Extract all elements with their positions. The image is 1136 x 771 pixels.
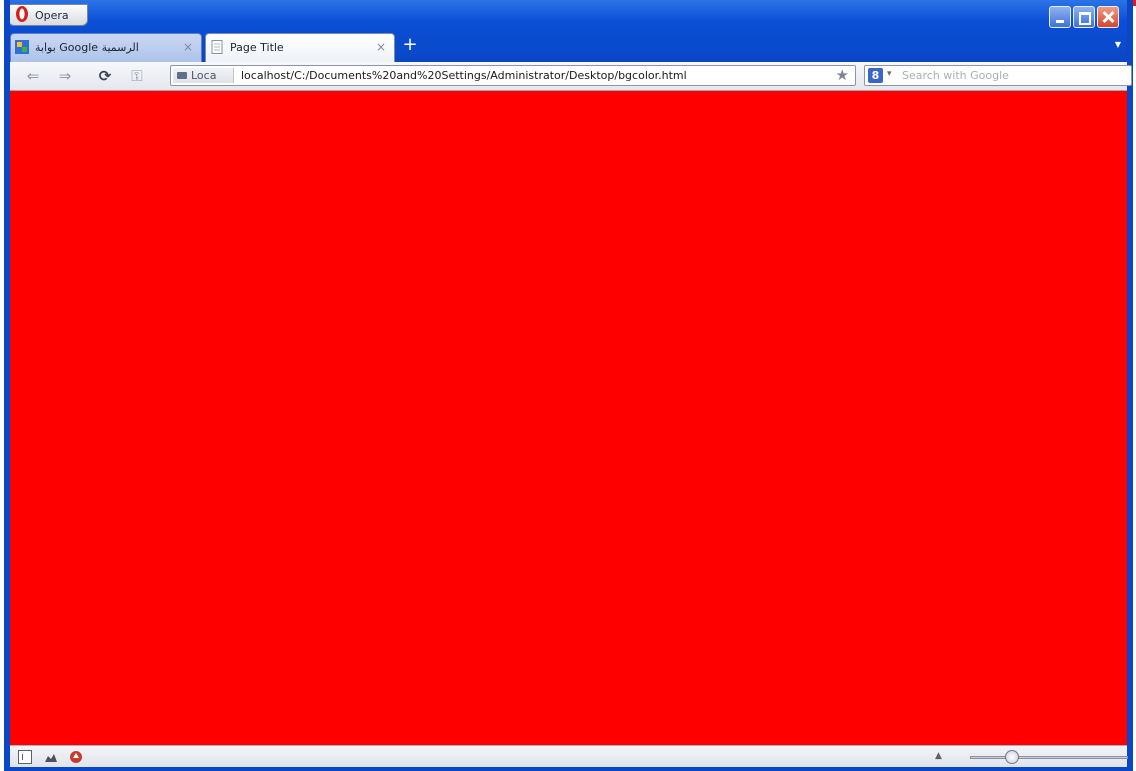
reload-icon[interactable]: ⟳ bbox=[96, 67, 114, 85]
search-box[interactable]: 8 ▾ Search with Google bbox=[864, 65, 1132, 86]
tab-menu-icon[interactable]: ▼ bbox=[1115, 40, 1121, 49]
opera-logo-icon bbox=[16, 6, 28, 22]
window-controls bbox=[1049, 6, 1119, 30]
status-bar: ▲ bbox=[10, 745, 1128, 768]
site-badge-label: Loca bbox=[191, 69, 217, 82]
maximize-button[interactable] bbox=[1073, 6, 1095, 28]
address-bar[interactable]: Loca localhost/C:/Documents%20and%20Sett… bbox=[170, 65, 856, 86]
window-frame-bottom bbox=[4, 767, 1133, 771]
star-icon[interactable]: ★ bbox=[836, 67, 849, 84]
url-field[interactable]: localhost/C:/Documents%20and%20Settings/… bbox=[241, 69, 687, 82]
key-icon[interactable]: ⚿ bbox=[128, 67, 146, 85]
search-input[interactable]: Search with Google bbox=[902, 69, 1009, 82]
site-badge-icon bbox=[177, 72, 187, 79]
close-window-button[interactable] bbox=[1097, 6, 1119, 28]
opera-menu-label: Opera bbox=[35, 9, 69, 22]
forward-icon[interactable]: ⇒ bbox=[56, 67, 74, 85]
title-bar: Opera بوابة Google الرسمية × Page Title … bbox=[4, 0, 1133, 62]
site-info-badge[interactable]: Loca bbox=[173, 68, 234, 83]
search-dropdown-icon[interactable]: ▾ bbox=[887, 69, 892, 79]
zoom-slider-track[interactable] bbox=[970, 756, 1128, 759]
window-frame-right bbox=[1127, 0, 1133, 771]
zoom-slider-thumb[interactable] bbox=[1005, 750, 1019, 764]
tab-close-icon[interactable]: × bbox=[183, 40, 193, 54]
zoom-up-icon[interactable]: ▲ bbox=[935, 751, 942, 761]
page-favicon-icon bbox=[211, 40, 223, 54]
panel-toggle-icon[interactable] bbox=[18, 750, 32, 764]
page-content bbox=[10, 91, 1127, 745]
new-tab-button[interactable]: + bbox=[400, 34, 420, 56]
unite-icon[interactable] bbox=[44, 750, 58, 764]
browser-window: Opera بوابة Google الرسمية × Page Title … bbox=[4, 0, 1133, 771]
tab-google[interactable]: بوابة Google الرسمية × bbox=[10, 33, 202, 62]
back-icon[interactable]: ⇐ bbox=[24, 67, 42, 85]
tab-close-icon[interactable]: × bbox=[376, 40, 386, 54]
opera-menu-button[interactable]: Opera bbox=[8, 4, 88, 26]
tab-google-label: بوابة Google الرسمية bbox=[35, 41, 139, 54]
search-engine-icon[interactable]: 8 bbox=[868, 68, 883, 83]
tab-page-title-label: Page Title bbox=[230, 41, 284, 54]
minimize-button[interactable] bbox=[1049, 6, 1071, 28]
turbo-icon[interactable] bbox=[69, 750, 83, 764]
google-favicon-icon bbox=[15, 40, 29, 54]
navigation-toolbar: ⇐ ⇒ ⟳ ⚿ Loca localhost/C:/Documents%20an… bbox=[10, 62, 1132, 91]
tab-page-title[interactable]: Page Title × bbox=[205, 33, 395, 62]
